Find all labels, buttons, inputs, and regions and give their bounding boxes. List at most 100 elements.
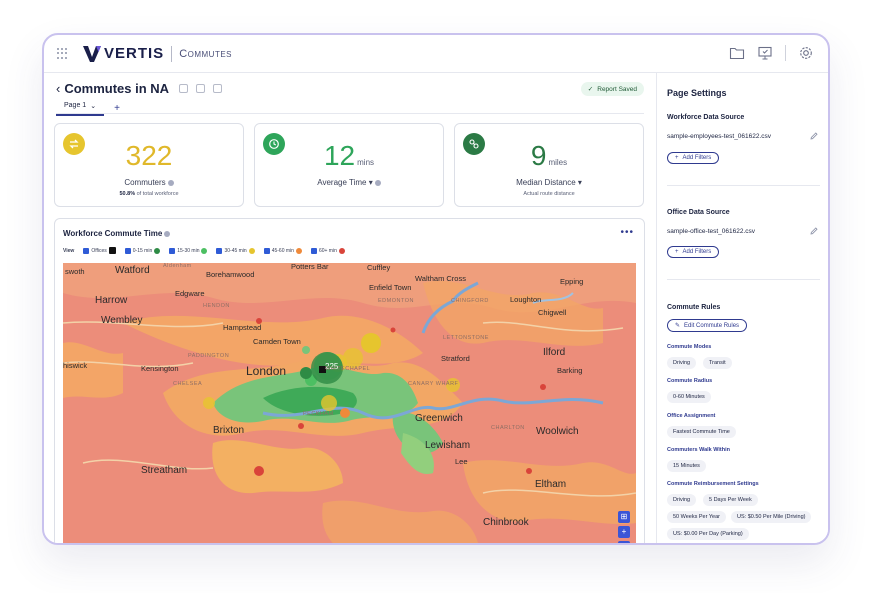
map-label: swoth: [65, 267, 85, 276]
chevron-left-icon[interactable]: ‹: [56, 81, 60, 96]
add-page-button[interactable]: +: [114, 103, 120, 114]
workforce-file-name: sample-employees-test_061622.csv: [667, 133, 772, 140]
legend-swatch: [248, 247, 255, 254]
legend-swatch: [108, 247, 116, 254]
map-label: Waltham Cross: [415, 274, 466, 283]
map-layers-button[interactable]: ⊞: [618, 511, 630, 523]
map-label: Hampstead: [223, 323, 262, 332]
map-label: Chigwell: [538, 308, 567, 317]
vertis-logo-icon: [83, 45, 101, 62]
lock-icon[interactable]: [213, 84, 223, 93]
apps-grid-icon[interactable]: [57, 47, 69, 60]
map-label: Wembley: [101, 315, 143, 326]
main-content: ‹ Commutes in NA ✓ Report Saved Page 1 ⌄…: [44, 73, 656, 543]
pencil-icon[interactable]: [810, 132, 818, 140]
tab-label: Page 1: [64, 102, 87, 109]
zoom-in-button[interactable]: +: [618, 526, 630, 538]
legend-item-15-30[interactable]: 15-30 min: [169, 247, 208, 254]
map-label: Edgware: [175, 289, 205, 298]
metric-value: 9 miles: [530, 140, 568, 171]
legend-item-60-plus[interactable]: 60+ min: [310, 247, 345, 254]
metric-value: 12 mins: [323, 140, 375, 171]
logo[interactable]: VERTIS Commutes: [83, 45, 232, 62]
map-label: Ilford: [543, 347, 566, 358]
commute-rules-title: Commute Rules: [667, 304, 721, 311]
map-label: Barking: [557, 366, 583, 375]
section-divider: [667, 279, 820, 280]
metric-label: Commuters: [55, 178, 243, 187]
map-label: CHELSEA: [173, 381, 203, 387]
chip-walk: 15 Minutes: [667, 460, 706, 472]
metric-card-commuters: 322 Commuters 50.8% of total workforce: [54, 123, 244, 207]
legend-item-0-15[interactable]: 0-15 min: [124, 247, 161, 254]
legend-item-offices[interactable]: Offices: [83, 247, 116, 254]
office-assignment-label: Office Assignment: [667, 413, 716, 419]
workforce-add-filters-button[interactable]: + Add Filters: [667, 152, 720, 164]
map-legend: View Offices 0-15 min 15-30 min 30-45 mi…: [63, 247, 345, 254]
legend-item-30-45[interactable]: 30-45 min: [216, 247, 255, 254]
toolbar-divider: [785, 45, 786, 61]
map-label: Enfield Town: [369, 283, 412, 292]
map-label: Harrow: [95, 295, 128, 306]
more-options-icon[interactable]: •••: [620, 227, 634, 238]
top-actions: [729, 45, 814, 61]
chip-mode: Transit: [703, 357, 732, 369]
export-icon[interactable]: [196, 84, 206, 93]
map-label: HENDON: [203, 303, 230, 309]
share-icon[interactable]: [179, 84, 189, 93]
info-icon[interactable]: [167, 179, 174, 186]
map-label: CANARY WHARF: [408, 381, 459, 387]
metric-label[interactable]: Median Distance ▾: [455, 178, 643, 187]
metric-sub: 50.8% of total workforce: [119, 191, 179, 197]
plus-icon: +: [675, 249, 679, 255]
map-label: LETTONSTONE: [443, 335, 489, 341]
map-label: Lee: [455, 457, 468, 466]
legend-swatch: [154, 247, 161, 254]
info-icon[interactable]: [164, 230, 171, 237]
chip-reimbursement: US: $0.50 Per Mile (Driving): [731, 511, 812, 523]
office-add-filters-button[interactable]: + Add Filters: [667, 246, 720, 258]
product-name: Commutes: [179, 47, 233, 60]
commute-map[interactable]: 225 swoth Watford Aldenham Borehamwood P…: [63, 263, 636, 543]
info-icon[interactable]: [374, 179, 381, 186]
presentation-icon[interactable]: [757, 45, 773, 61]
map-card: Workforce Commute Time ••• View Offices …: [54, 218, 645, 543]
reimbursement-label: Commute Reimbursement Settings: [667, 481, 759, 487]
map-label: EDMONTON: [378, 298, 414, 304]
checkbox-icon: [169, 247, 176, 254]
checkbox-icon: [310, 247, 317, 254]
pencil-icon[interactable]: [810, 227, 818, 235]
chip-assignment: Fastest Commute Time: [667, 426, 736, 438]
map-label: PADDINGTON: [188, 353, 230, 359]
chip-reimbursement: 5 Days Per Week: [703, 494, 758, 506]
report-saved-label: Report Saved: [597, 85, 637, 93]
map-label: WHITECHAPEL: [325, 366, 371, 372]
map-label: Lewisham: [425, 440, 471, 451]
folder-icon[interactable]: [729, 45, 745, 61]
metric-label[interactable]: Average Time ▾: [255, 178, 443, 187]
brand-divider: [171, 45, 173, 62]
app-window: VERTIS Commutes ‹ Commutes in NA ✓ Repor…: [42, 33, 830, 545]
page-title: Commutes in NA: [64, 81, 170, 96]
map-label: Streatham: [141, 465, 188, 476]
walk-within-label: Commuters Walk Within: [667, 447, 731, 453]
zoom-out-button[interactable]: −: [618, 541, 630, 543]
map-label: Eltham: [535, 479, 567, 490]
gear-icon[interactable]: [798, 45, 814, 61]
map-label: Chinbrook: [483, 517, 529, 528]
legend-swatch: [295, 247, 302, 254]
map-canvas: 225: [63, 263, 636, 543]
layers-icon: ⊞: [620, 512, 628, 521]
legend-swatch: [338, 247, 345, 254]
office-file-name: sample-office-test_061622.csv: [667, 228, 756, 235]
section-divider: [667, 185, 820, 186]
chip-reimbursement: US: $0.00 Per Day (Parking): [667, 528, 749, 540]
metric-card-average-time: 12 mins Average Time ▾: [254, 123, 444, 207]
map-label: London: [246, 364, 287, 378]
legend-item-45-60[interactable]: 45-60 min: [263, 247, 302, 254]
chip-reimbursement: Driving: [667, 494, 697, 506]
report-header: ‹ Commutes in NA: [56, 81, 223, 96]
title-actions: [179, 84, 223, 93]
edit-commute-rules-button[interactable]: ✎ Edit Commute Rules: [667, 319, 748, 332]
metric-value: 322: [125, 140, 173, 171]
